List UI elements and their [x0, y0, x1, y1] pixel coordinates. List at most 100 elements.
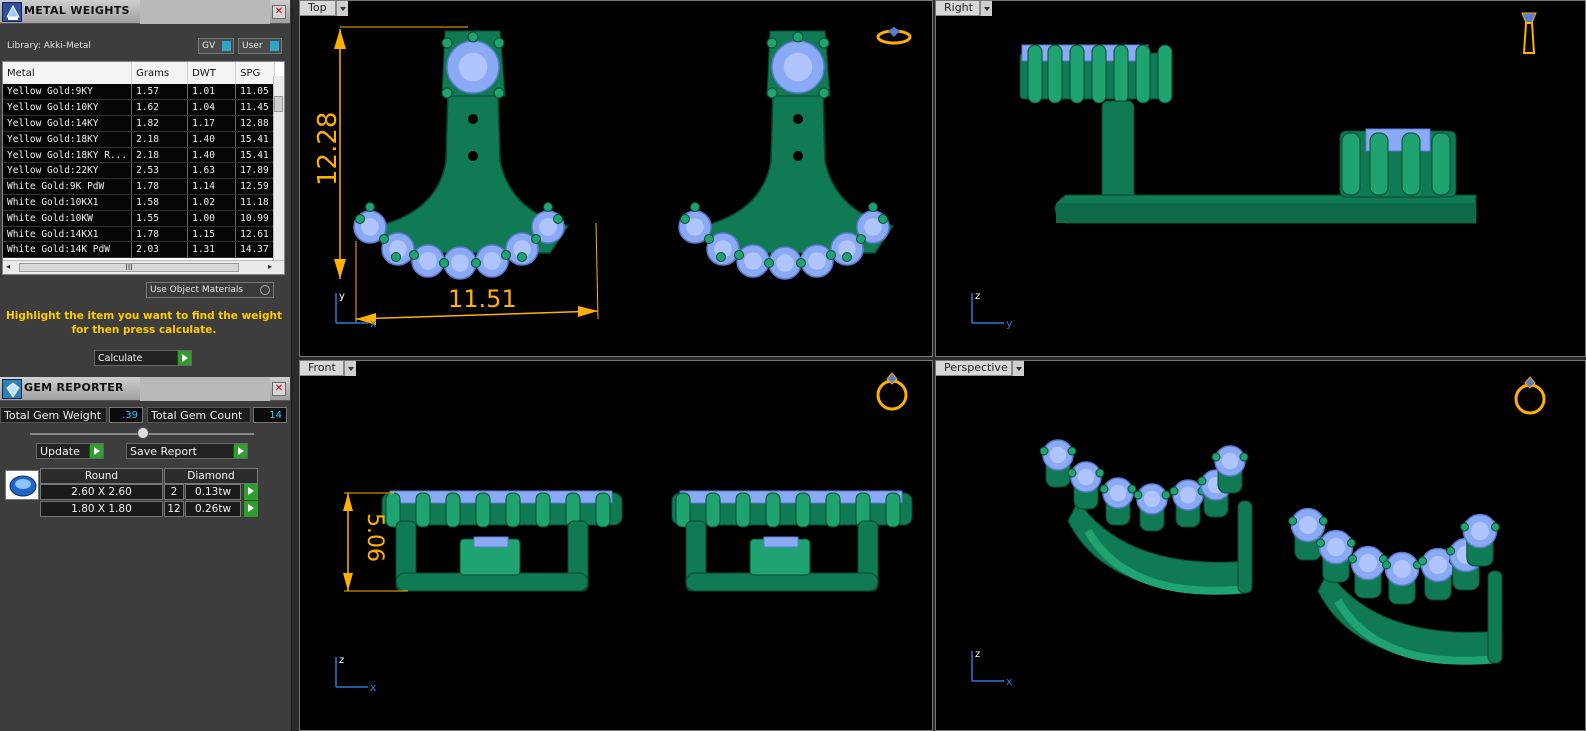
front-back-gem — [473, 536, 509, 548]
dwt-cell: 1.02 — [187, 194, 237, 211]
gem-reporter-close-icon[interactable]: ✕ — [272, 382, 286, 396]
prong-post — [1431, 132, 1451, 196]
metal-name-cell: Yellow Gold:18KY R... — [3, 147, 133, 164]
spg-cell: 12.61 — [235, 226, 275, 243]
gem-row-select-icon[interactable] — [243, 484, 258, 500]
prong — [493, 37, 505, 49]
prong — [764, 258, 774, 268]
save-report-go-icon — [233, 444, 247, 458]
gem-facet — [1326, 537, 1346, 557]
use-object-materials-toggle[interactable]: Use Object Materials — [146, 282, 274, 298]
prong — [1318, 516, 1328, 526]
gem-facet — [1358, 553, 1378, 573]
spg-cell: 11.45 — [235, 99, 275, 117]
metal-table-row[interactable]: Yellow Gold:18KY 2.18 1.40 15.41 — [3, 131, 275, 148]
gem-size-cell[interactable]: 2.60 X 2.60 — [40, 484, 163, 500]
metal-table-row[interactable]: Yellow Gold:14KY 1.82 1.17 12.88 — [3, 115, 275, 132]
update-button[interactable]: Update — [36, 443, 104, 459]
right-viewport[interactable]: zy Right — [935, 0, 1586, 357]
horizontal-scroll-thumb[interactable]: III — [19, 263, 239, 272]
prong — [1067, 468, 1077, 478]
grams-cell: 1.55 — [131, 210, 189, 227]
metal-table-row[interactable]: White Gold:14K PdW 2.03 1.31 14.37 — [3, 241, 275, 259]
metal-table-row[interactable]: White Gold:10KX1 1.58 1.02 11.18 — [3, 194, 275, 211]
front-viewport[interactable]: 5.06 z x Front — [299, 360, 933, 731]
col-metal[interactable]: Metal — [3, 62, 133, 84]
metal-name-cell: Yellow Gold:22KY — [3, 162, 133, 180]
perspective-view-canvas[interactable]: zx — [936, 361, 1586, 731]
calculate-button-label: Calculate — [98, 353, 143, 364]
prong — [766, 87, 778, 99]
gv-button[interactable]: GV — [198, 38, 234, 54]
scroll-left-icon[interactable]: ◂ — [6, 262, 10, 271]
metal-table-horizontal-scrollbar[interactable]: ◂ III ▸ — [3, 260, 284, 274]
prong — [690, 202, 700, 212]
prong — [1346, 538, 1356, 548]
round-gem-thumbnail-icon[interactable] — [5, 470, 39, 500]
grams-cell: 2.03 — [131, 241, 189, 259]
front-view-canvas[interactable]: 5.06 z x — [300, 361, 933, 731]
save-report-button[interactable]: Save Report — [126, 443, 248, 459]
prong — [868, 202, 878, 212]
top-view-canvas[interactable]: 12.28 11.51 y x — [300, 1, 933, 357]
gem-row-select-icon[interactable] — [243, 501, 258, 517]
calculate-button[interactable]: Calculate — [94, 350, 192, 366]
metal-weights-table[interactable]: Metal Grams DWT SPG Yellow Gold:9KY 1.57 1… — [2, 61, 285, 275]
gem-facet — [1392, 559, 1412, 579]
metal-name-cell: Yellow Gold:18KY — [3, 131, 133, 148]
col-dwt[interactable]: DWT — [187, 62, 237, 84]
front-viewport-label[interactable]: Front — [300, 361, 344, 376]
metal-table-row[interactable]: White Gold:9K PdW 1.78 1.14 12.59 — [3, 178, 275, 196]
gem-facet — [1221, 452, 1239, 470]
gem-size-cell[interactable]: 1.80 X 1.80 — [40, 501, 163, 517]
gem-weight-cell[interactable]: 0.26tw — [185, 501, 241, 517]
metal-table-row[interactable]: White Gold:10KW 1.55 1.00 10.99 — [3, 210, 275, 227]
spg-cell: 12.88 — [235, 115, 275, 132]
pendant-gizmo-icon — [1522, 22, 1536, 54]
prong-post — [385, 492, 401, 528]
gem-reporter-title: GEM REPORTER — [24, 381, 124, 394]
col-grams[interactable]: Grams — [131, 62, 189, 84]
prong-post — [475, 492, 491, 528]
right-viewport-dropdown-icon[interactable] — [980, 1, 992, 16]
perspective-viewport-dropdown-icon[interactable] — [1012, 361, 1024, 376]
gv-button-label: GV — [202, 41, 216, 51]
perspective-viewport[interactable]: zx Perspective — [935, 360, 1586, 731]
prong-post — [1091, 44, 1107, 104]
metal-table-row[interactable]: Yellow Gold:22KY 2.53 1.63 17.89 — [3, 162, 275, 180]
prong-post — [1113, 44, 1129, 104]
vertical-scroll-thumb[interactable] — [274, 96, 283, 112]
user-button[interactable]: User — [238, 38, 282, 54]
top-viewport-label[interactable]: Top — [300, 1, 336, 16]
right-viewport-label[interactable]: Right — [936, 1, 980, 16]
metal-table-row[interactable]: Yellow Gold:10KY 1.62 1.04 11.45 — [3, 99, 275, 117]
front-viewport-dropdown-icon[interactable] — [344, 361, 356, 376]
use-object-materials-label: Use Object Materials — [150, 285, 244, 295]
gem-weight-cell[interactable]: 0.13tw — [185, 484, 241, 500]
col-spg[interactable]: SPG — [235, 62, 275, 84]
metal-name-cell: White Gold:10KW — [3, 210, 133, 227]
grams-cell: 1.78 — [131, 226, 189, 243]
pendant-hole — [793, 114, 803, 124]
gem-count-cell[interactable]: 12 — [164, 501, 184, 517]
metal-weights-close-icon[interactable]: ✕ — [272, 5, 286, 19]
metal-table-row[interactable]: White Gold:14KX1 1.78 1.15 12.61 — [3, 226, 275, 243]
prong — [792, 31, 804, 43]
gem-slider-handle[interactable] — [137, 427, 149, 439]
metal-table-row[interactable]: Yellow Gold:18KY R... 2.18 1.40 15.41 — [3, 147, 275, 164]
gem-facet — [451, 254, 469, 272]
metal-table-vertical-scrollbar[interactable] — [273, 76, 284, 262]
perspective-viewport-label[interactable]: Perspective — [936, 361, 1012, 376]
prong-post — [705, 492, 721, 528]
gem-count-cell[interactable]: 2 — [164, 484, 184, 500]
metal-table-row[interactable]: Yellow Gold:9KY 1.57 1.01 11.05 — [3, 84, 275, 101]
prong — [818, 37, 830, 49]
grams-cell: 1.78 — [131, 178, 189, 196]
right-view-canvas[interactable]: zy — [936, 1, 1586, 357]
scroll-right-icon[interactable]: ▸ — [268, 262, 272, 271]
gem-facet — [808, 252, 826, 270]
top-viewport-dropdown-icon[interactable] — [336, 1, 348, 16]
user-button-label: User — [242, 41, 263, 51]
gem-type-header: Diamond — [164, 468, 258, 484]
top-viewport[interactable]: 12.28 11.51 y x Top — [299, 0, 933, 357]
